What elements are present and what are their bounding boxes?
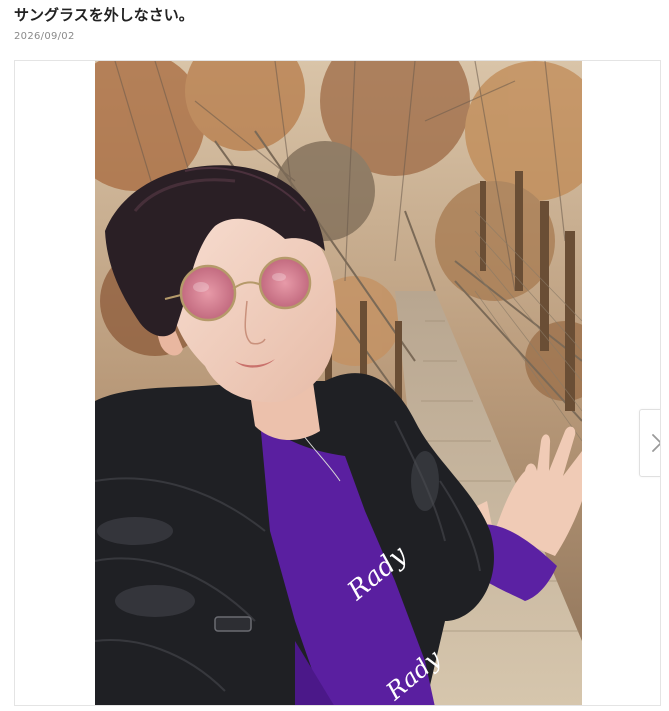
post-title: サングラスを外しなさい。 [14,6,194,24]
post-date: 2026/09/02 [14,31,75,42]
photo-gallery: Rady Rady [14,60,661,706]
next-photo-button[interactable] [639,409,660,477]
chevron-right-icon [652,434,660,452]
post-photo[interactable]: Rady Rady [95,61,582,706]
